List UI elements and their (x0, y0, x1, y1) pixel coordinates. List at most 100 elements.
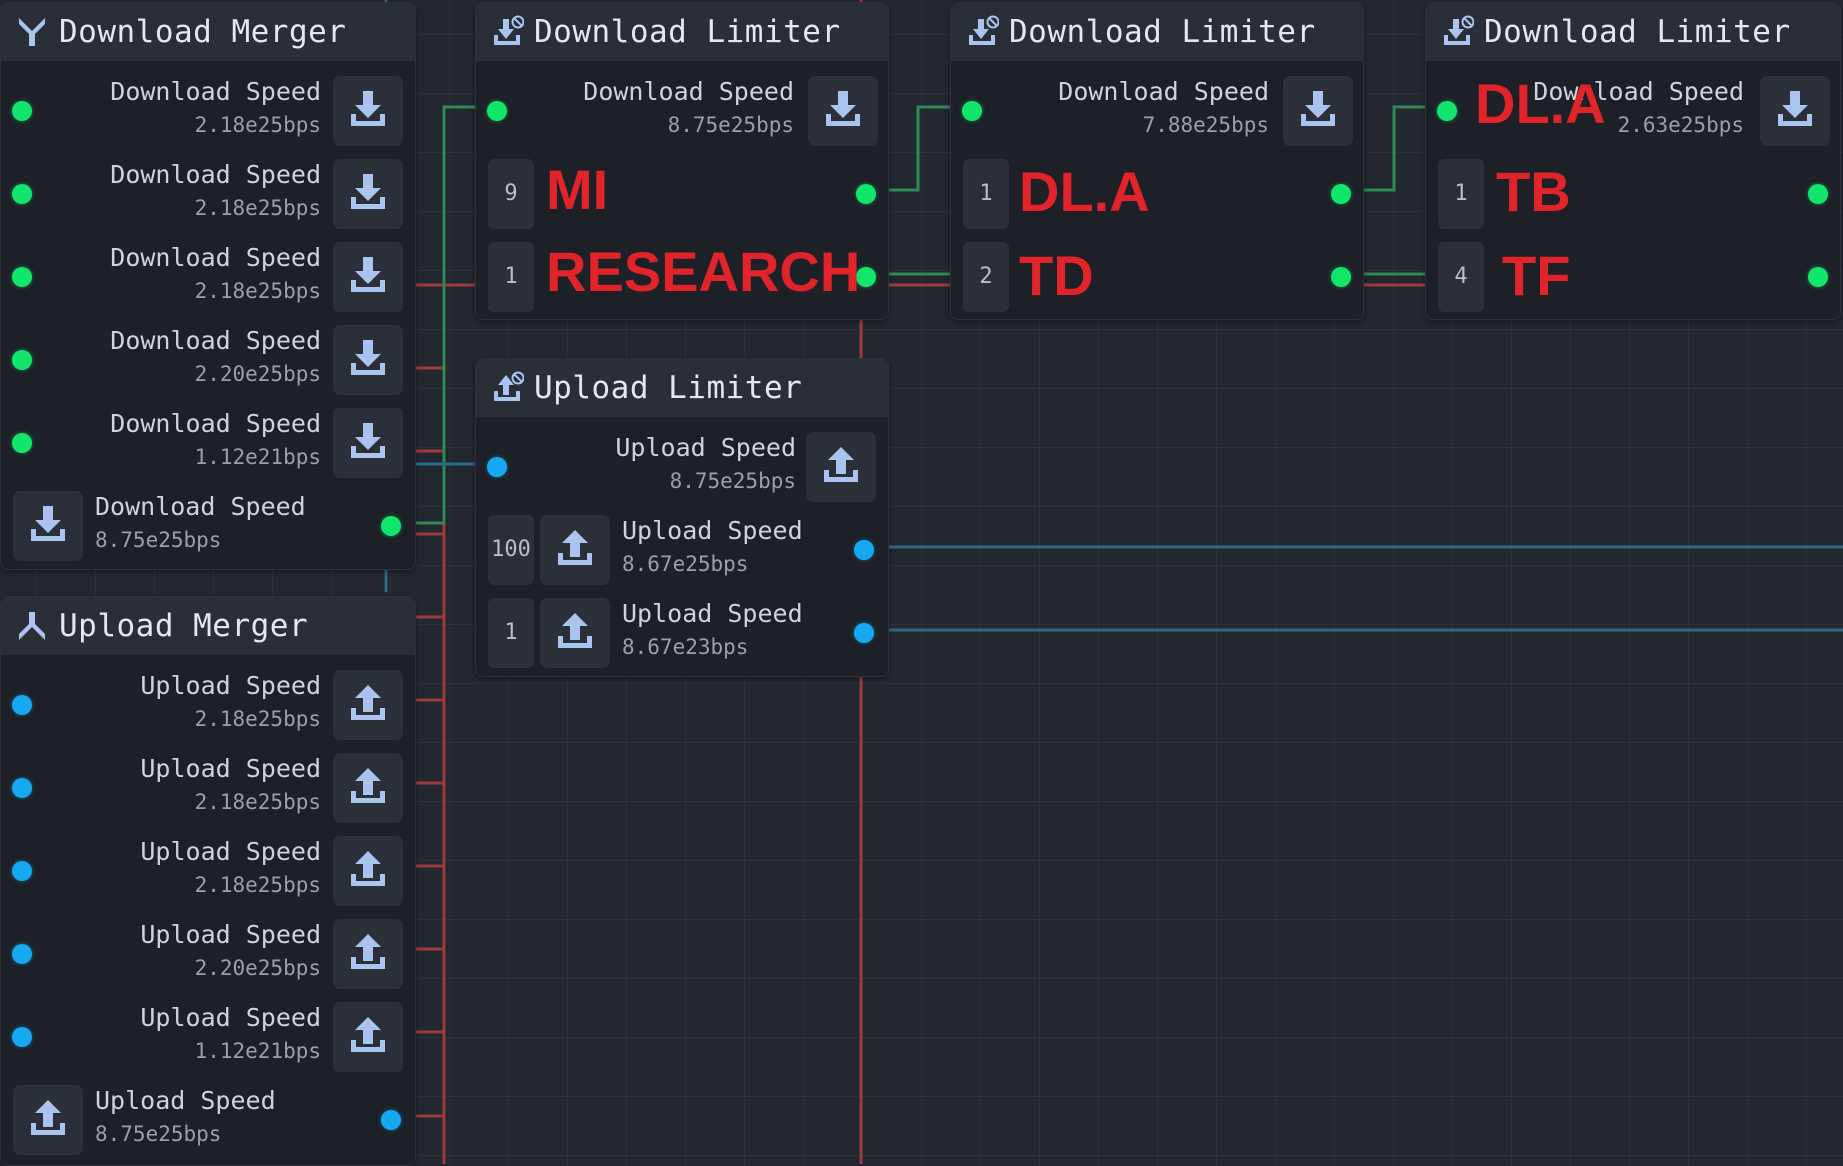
node-header[interactable]: Download Limiter (1426, 3, 1840, 61)
input-row[interactable]: Upload Speed 2.18e25bps (1, 746, 415, 829)
input-port[interactable] (487, 456, 507, 477)
input-port[interactable] (12, 1026, 32, 1047)
input-row[interactable]: Upload Speed 8.75e25bps (476, 425, 888, 508)
output-port[interactable] (854, 539, 874, 560)
count-field[interactable]: 2 (963, 241, 1009, 312)
count-field[interactable]: 1 (488, 241, 534, 312)
download-icon-button[interactable] (333, 158, 403, 229)
input-port[interactable] (12, 432, 32, 453)
count-field[interactable]: 1 (488, 597, 534, 668)
node-header[interactable]: Upload Merger (1, 597, 415, 655)
output-port[interactable] (1808, 266, 1828, 287)
speed-label: Download Speed (110, 160, 321, 189)
merge-down-icon (15, 15, 49, 49)
port-label: Upload Speed 8.67e23bps (622, 597, 803, 663)
input-row[interactable]: Upload Speed 2.18e25bps (1, 663, 415, 746)
speed-value: 8.75e25bps (669, 469, 796, 493)
count-field[interactable]: 1 (963, 158, 1009, 229)
speed-label: Upload Speed (140, 920, 321, 949)
input-row[interactable]: Upload Speed 2.18e25bps (1, 829, 415, 912)
input-port[interactable] (12, 860, 32, 881)
input-port[interactable] (12, 943, 32, 964)
download-limiter-node[interactable]: Download Limiter Download Speed 7.88e25bps… (950, 2, 1364, 320)
output-port[interactable] (856, 183, 876, 204)
upload-icon-button[interactable] (333, 752, 403, 823)
download-icon-button[interactable] (1760, 75, 1830, 146)
annotation-label: RESEARCH (546, 240, 861, 303)
input-port[interactable] (12, 183, 32, 204)
download-icon-button[interactable] (808, 75, 878, 146)
input-row[interactable]: Download Speed 2.18e25bps (1, 235, 415, 318)
upload-icon-button[interactable] (333, 669, 403, 740)
upload-icon-button[interactable] (806, 431, 876, 502)
upload-icon-button[interactable] (13, 1084, 83, 1155)
node-header[interactable]: Download Limiter (476, 3, 888, 61)
count-field[interactable]: 9 (488, 158, 534, 229)
output-row[interactable]: 1 Upload Speed 8.67e23bps (476, 591, 888, 674)
output-row[interactable]: 1 (951, 152, 1363, 235)
input-row[interactable]: Download Speed 2.18e25bps (1, 152, 415, 235)
input-row[interactable]: Download Speed 2.20e25bps (1, 318, 415, 401)
node-header[interactable]: Download Merger (1, 3, 415, 61)
output-port[interactable] (381, 1109, 401, 1130)
input-port[interactable] (12, 694, 32, 715)
output-row[interactable]: 100 Upload Speed 8.67e25bps (476, 508, 888, 591)
upload-icon-button[interactable] (540, 514, 610, 585)
input-port[interactable] (1437, 100, 1457, 121)
node-title: Download Merger (59, 14, 347, 50)
input-row[interactable]: Download Speed 8.75e25bps (476, 69, 888, 152)
download-icon-button[interactable] (333, 407, 403, 478)
input-port[interactable] (12, 349, 32, 370)
download-icon-button[interactable] (13, 490, 83, 561)
output-row[interactable]: 2 (951, 235, 1363, 318)
input-port[interactable] (962, 100, 982, 121)
count-field[interactable]: 100 (488, 514, 534, 585)
output-row[interactable]: Upload Speed 8.75e25bps (1, 1078, 415, 1161)
speed-value: 8.67e25bps (622, 552, 749, 576)
download-icon-button[interactable] (333, 75, 403, 146)
input-row[interactable]: Download Speed 7.88e25bps (951, 69, 1363, 152)
count-field[interactable]: 4 (1438, 241, 1484, 312)
output-port[interactable] (381, 515, 401, 536)
input-row[interactable]: Download Speed 2.18e25bps (1, 69, 415, 152)
node-header[interactable]: Upload Limiter (476, 359, 888, 417)
input-row[interactable]: Upload Speed 2.20e25bps (1, 912, 415, 995)
output-port[interactable] (1331, 183, 1351, 204)
download-limiter-node[interactable]: Download Limiter Download Speed 2.63e25bps… (1425, 2, 1841, 320)
upload-icon (346, 1013, 390, 1061)
upload-merger-node[interactable]: Upload Merger Upload Speed 2.18e25bps Uplo… (0, 596, 416, 1166)
upload-icon-button[interactable] (333, 835, 403, 906)
download-icon-button[interactable] (333, 241, 403, 312)
node-header[interactable]: Download Limiter (951, 3, 1363, 61)
download-icon-button[interactable] (1283, 75, 1353, 146)
download-icon-button[interactable] (333, 324, 403, 395)
input-port[interactable] (12, 777, 32, 798)
output-row[interactable]: Download Speed 8.75e25bps (1, 484, 415, 567)
download-icon (1773, 87, 1817, 135)
download-merger-node[interactable]: Download Merger Download Speed 2.18e25bps… (0, 2, 416, 570)
upload-icon-button[interactable] (333, 918, 403, 989)
speed-label: Upload Speed (615, 433, 796, 462)
upload-icon-button[interactable] (540, 597, 610, 668)
output-port[interactable] (1808, 183, 1828, 204)
input-row[interactable]: Download Speed 1.12e21bps (1, 401, 415, 484)
output-row[interactable]: 1 (1426, 152, 1840, 235)
speed-label: Download Speed (95, 492, 306, 521)
input-port[interactable] (12, 100, 32, 121)
output-row[interactable]: 4 (1426, 235, 1840, 318)
upload-icon-button[interactable] (333, 1001, 403, 1072)
speed-value: 8.67e23bps (622, 635, 749, 659)
output-row[interactable]: 9 (476, 152, 888, 235)
count-field[interactable]: 1 (1438, 158, 1484, 229)
input-port[interactable] (12, 266, 32, 287)
input-row[interactable]: Upload Speed 1.12e21bps (1, 995, 415, 1078)
output-port[interactable] (854, 622, 874, 643)
upload-icon (819, 443, 863, 491)
download-icon (346, 170, 390, 218)
port-label: Upload Speed 8.67e25bps (622, 514, 803, 580)
port-label: Download Speed 2.18e25bps (110, 241, 321, 307)
speed-label: Download Speed (110, 409, 321, 438)
input-port[interactable] (487, 100, 507, 121)
upload-limiter-node[interactable]: Upload Limiter Upload Speed 8.75e25bps 100… (475, 358, 889, 677)
output-port[interactable] (1331, 266, 1351, 287)
